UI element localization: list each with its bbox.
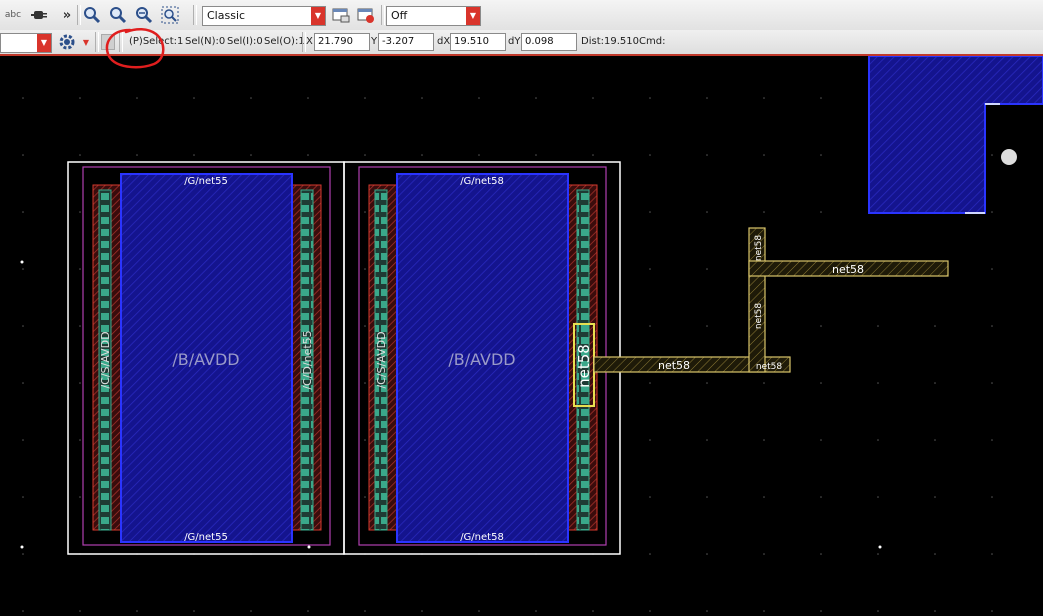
annotation-circle (105, 28, 165, 69)
zoom-fit-icon (84, 7, 101, 24)
chevron-down-icon: ▼ (466, 7, 480, 25)
body-net-label: /B/AVDD (172, 350, 239, 369)
command-label: Cmd: (639, 36, 666, 47)
drain-pin-label: /C/D/net55 (301, 330, 314, 389)
dx-label: dX (437, 36, 451, 47)
window-close-icon (357, 8, 374, 23)
gear-icon[interactable] (56, 31, 78, 53)
origin-marker (20, 260, 24, 264)
gear-icon (59, 34, 75, 50)
dx-field[interactable]: 19.510 (450, 33, 506, 51)
sel-i-status: Sel(I):0 (227, 36, 263, 47)
gate-net-label-top: /G/net58 (460, 176, 504, 187)
y-label: Y (371, 36, 378, 47)
zoom-area-icon[interactable] (159, 4, 181, 26)
y-coordinate-field[interactable]: -3.207 (378, 33, 434, 51)
dy-label: dY (508, 36, 521, 47)
drain-pin-label: net58 (575, 344, 593, 388)
source-pin-label: /C/S/AVDD (375, 331, 388, 388)
x-label: X (306, 36, 313, 47)
filter-select[interactable]: Off ▼ (386, 6, 481, 26)
x-coordinate-field[interactable]: 21.790 (314, 33, 370, 51)
sel-n-status: Sel(N):0 (185, 36, 226, 47)
chevron-down-icon: ▼ (311, 7, 325, 25)
gate-net-label-bottom: /G/net58 (460, 532, 504, 543)
chevron-down-icon: ▼ (37, 34, 51, 52)
wire-label: net58 (832, 263, 864, 276)
layer-select[interactable]: ▼ (0, 33, 52, 53)
grid-marker (307, 545, 311, 549)
zoom-fit-icon[interactable] (81, 4, 103, 26)
transistor-cell-1[interactable]: /G/net55 /G/net55 /B/AVDD /C/S/AVDD /C/D… (67, 161, 345, 555)
separator (193, 5, 197, 25)
distance-status: Dist:19.510 (581, 36, 639, 47)
source-pin-label: /C/S/AVDD (99, 331, 112, 388)
sel-o-status: Sel(O):1 (264, 36, 305, 47)
wire-label: net58 (754, 303, 764, 329)
zoom-in-icon[interactable] (107, 4, 129, 26)
body-net-label: /B/AVDD (448, 350, 515, 369)
cursor-marker (1001, 149, 1017, 165)
gate-net-label-top: /G/net55 (184, 176, 228, 187)
view-mode-select[interactable]: Classic ▼ (202, 6, 326, 26)
transistor-cell-2[interactable]: /G/net58 /G/net58 /B/AVDD /C/S/AVDD net5… (343, 161, 621, 555)
chevron-down-icon[interactable]: ▼ (80, 35, 92, 49)
zoom-area-icon (161, 6, 179, 24)
separator (95, 32, 99, 52)
text-tool-icon[interactable]: abc (2, 4, 24, 26)
plug-icon[interactable] (28, 4, 50, 26)
grid-marker (878, 545, 882, 549)
wire-label: net58 (754, 235, 764, 261)
plug-icon (31, 11, 47, 19)
grid-marker (20, 545, 24, 549)
window-icon[interactable] (330, 4, 352, 26)
more-tools-button[interactable]: » (56, 4, 78, 26)
zoom-out-icon (136, 7, 153, 24)
window-icon (332, 8, 350, 23)
layout-canvas[interactable]: /G/net55 /G/net55 /B/AVDD /C/S/AVDD /C/D… (0, 56, 1043, 616)
gate-net-label-bottom: /G/net55 (184, 532, 228, 543)
window-close-icon[interactable] (355, 4, 377, 26)
zoom-in-icon (110, 7, 127, 24)
wire-label: net58 (658, 359, 690, 372)
wire-label: net58 (756, 362, 782, 372)
dy-field[interactable]: 0.098 (521, 33, 577, 51)
zoom-out-icon[interactable] (133, 4, 155, 26)
separator (381, 5, 385, 25)
